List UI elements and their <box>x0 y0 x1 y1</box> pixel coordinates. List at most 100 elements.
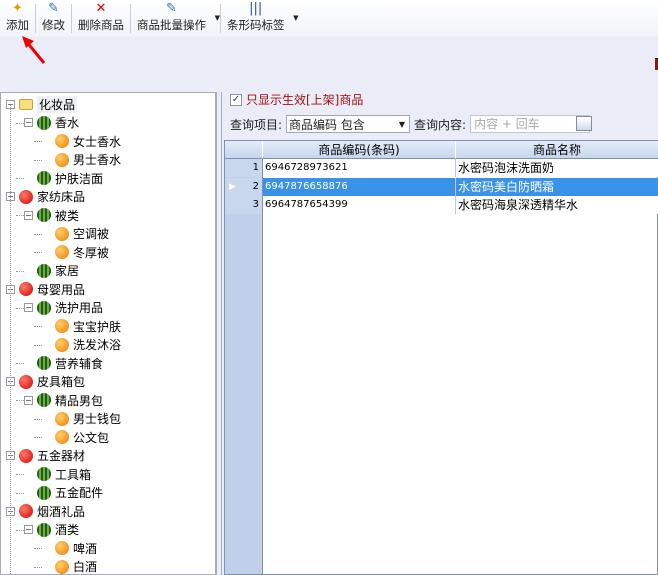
panel-splitter[interactable] <box>216 92 222 575</box>
collapse-icon[interactable]: − <box>24 210 33 220</box>
tree-connector <box>16 474 24 475</box>
tree-node[interactable]: 男士香水 <box>42 151 121 169</box>
tree-node[interactable]: 男士钱包 <box>42 410 121 428</box>
tree-node[interactable]: 洗发沐浴 <box>42 336 121 354</box>
tree-node[interactable]: − 香水 <box>24 114 79 132</box>
tree-node[interactable]: 冬厚被 <box>42 243 109 261</box>
tree-node[interactable]: − 家纺床品 <box>6 188 85 206</box>
row-header[interactable]: 3 <box>225 196 263 214</box>
orange-icon <box>55 152 69 167</box>
toolbar-button-2[interactable]: ✕ 删除商品 <box>72 0 130 37</box>
tree-node-label: 化妆品 <box>37 95 78 113</box>
row-number: 1 <box>252 162 259 173</box>
tree-connector <box>16 492 24 494</box>
tree-connector <box>34 566 42 568</box>
toolbar-button-3[interactable]: ✎ 商品批量操作 ▼ <box>131 0 220 37</box>
tree-node[interactable]: 营养辅食 <box>24 354 103 372</box>
query-item-select[interactable]: 商品编码 包含 ▼ <box>286 115 411 133</box>
toolbar-button-1[interactable]: ✎ 修改 <box>36 0 71 37</box>
collapse-icon[interactable]: − <box>24 303 33 312</box>
tree-connector <box>16 122 24 124</box>
table-row[interactable]: 1 6946728973621 水密码泡沫洗面奶 <box>225 159 658 177</box>
column-header-code[interactable]: 商品编码(条码) <box>263 141 456 159</box>
tree-node[interactable]: 护肤洁面 <box>24 169 103 187</box>
row-number: 2 <box>252 180 259 192</box>
orange-icon <box>55 411 69 426</box>
tree-node[interactable]: 工具箱 <box>24 465 91 483</box>
apple-icon <box>19 374 33 389</box>
edit-icon: ✎ <box>48 1 59 16</box>
tree-node[interactable]: 女士香水 <box>42 132 121 150</box>
grid-corner <box>225 141 263 159</box>
tree-node-label: 洗发沐浴 <box>73 338 122 352</box>
column-header-name[interactable]: 商品名称 <box>456 141 658 159</box>
tree-node-label: 酒类 <box>55 523 80 537</box>
toolbar-button-label: 添加 <box>6 18 29 32</box>
tree-node[interactable]: − 精品男包 <box>24 391 103 409</box>
tree-connector <box>34 326 42 327</box>
melon-icon <box>37 208 51 222</box>
table-row[interactable]: ▶ 2 6947876658876 水密码美白防晒霜 <box>225 177 658 196</box>
query-content-input[interactable]: 内容 + 回车 <box>470 115 591 133</box>
tree-node[interactable]: 啤酒 <box>42 539 97 557</box>
tree-node[interactable]: − 皮具箱包 <box>6 373 85 391</box>
tree-node-label: 女士香水 <box>73 134 122 149</box>
dropdown-arrow-icon[interactable]: ▼ <box>215 14 220 22</box>
tree-node[interactable]: − 洗护用品 <box>24 299 103 317</box>
query-bar: 查询项目: 商品编码 包含 ▼ 查询内容: 内容 + 回车 <box>230 114 591 134</box>
tree-node-label: 被类 <box>55 208 80 223</box>
cell-name[interactable]: 水密码泡沫洗面奶 <box>456 159 658 177</box>
red-arrow-annotation <box>22 36 46 64</box>
active-only-checkbox[interactable]: ✓ 只显示生效[上架]商品 <box>230 91 363 108</box>
tree-node[interactable]: − 化妆品 <box>6 95 78 113</box>
dropdown-arrow-icon[interactable]: ▼ <box>293 14 298 22</box>
apple-icon <box>19 282 33 296</box>
cell-name[interactable]: 水密码美白防晒霜 <box>456 177 658 196</box>
tree-node[interactable]: − 五金器材 <box>6 447 85 465</box>
collapse-icon[interactable]: − <box>24 525 33 534</box>
cell-name[interactable]: 水密码海泉深透精华水 <box>456 196 658 214</box>
tree-node[interactable]: 公文包 <box>42 428 109 446</box>
tree-node-label: 公文包 <box>73 430 110 445</box>
cell-code[interactable]: 6964787654399 <box>263 196 456 214</box>
collapse-icon[interactable]: − <box>24 395 33 405</box>
tree-node[interactable]: − 烟酒礼品 <box>6 502 85 520</box>
tree-node[interactable]: − 母婴用品 <box>6 280 85 298</box>
toolbar: ✦ 添加 ✎ 修改 ✕ 删除商品 ✎ 商品批量操作 ▼ ||| 条形码标签 ▼ <box>0 0 658 37</box>
tree-node[interactable]: 家居 <box>24 262 79 280</box>
tree-node-label: 冬厚被 <box>73 245 110 260</box>
tree-node[interactable]: − 酒类 <box>24 521 79 539</box>
apple-icon <box>19 448 33 463</box>
toolbar-button-0[interactable]: ✦ 添加 <box>0 0 35 37</box>
checkbox-icon[interactable]: ✓ <box>230 93 242 106</box>
search-button[interactable] <box>576 116 592 131</box>
add-icon: ✦ <box>12 1 23 16</box>
tree-node-label: 工具箱 <box>55 467 92 482</box>
collapse-icon[interactable]: − <box>24 118 33 127</box>
tree-node[interactable]: 宝宝护肤 <box>42 317 121 335</box>
tree-node[interactable]: 白酒 <box>42 558 98 574</box>
tree-node-label: 空调被 <box>73 227 110 241</box>
tree-connector <box>10 105 11 574</box>
table-row[interactable]: 3 6964787654399 水密码海泉深透精华水 <box>225 196 658 214</box>
toolbar-button-4[interactable]: ||| 条形码标签 ▼ <box>221 0 299 37</box>
melon-icon <box>37 115 51 130</box>
cell-code[interactable]: 6947876658876 <box>263 177 456 196</box>
chevron-down-icon: ▼ <box>398 119 406 129</box>
tree-node[interactable]: 五金配件 <box>24 484 103 502</box>
tree-node[interactable]: − 被类 <box>24 206 79 224</box>
row-header[interactable]: ▶ 2 <box>225 177 263 196</box>
row-header[interactable]: 1 <box>225 159 263 177</box>
tree-connector <box>34 141 42 142</box>
tree-connector <box>34 159 42 161</box>
filter-label: 只显示生效[上架]商品 <box>246 93 364 107</box>
melon-icon <box>37 300 51 315</box>
tree-node-label: 男士香水 <box>73 153 122 167</box>
tree-node-label: 洗护用品 <box>55 301 104 315</box>
toolbar-button-label: 修改 <box>42 18 65 32</box>
category-tree[interactable]: − 化妆品 − 香水 女士香水 男士香水 护肤洁面 − 家纺床品 − 被类 空调被 冬厚被 家居 − 母婴用品… <box>0 92 216 575</box>
tree-connector <box>16 363 24 364</box>
cell-code[interactable]: 6946728973621 <box>263 159 456 177</box>
tree-node-label: 白酒 <box>73 560 98 574</box>
tree-node[interactable]: 空调被 <box>42 225 109 243</box>
